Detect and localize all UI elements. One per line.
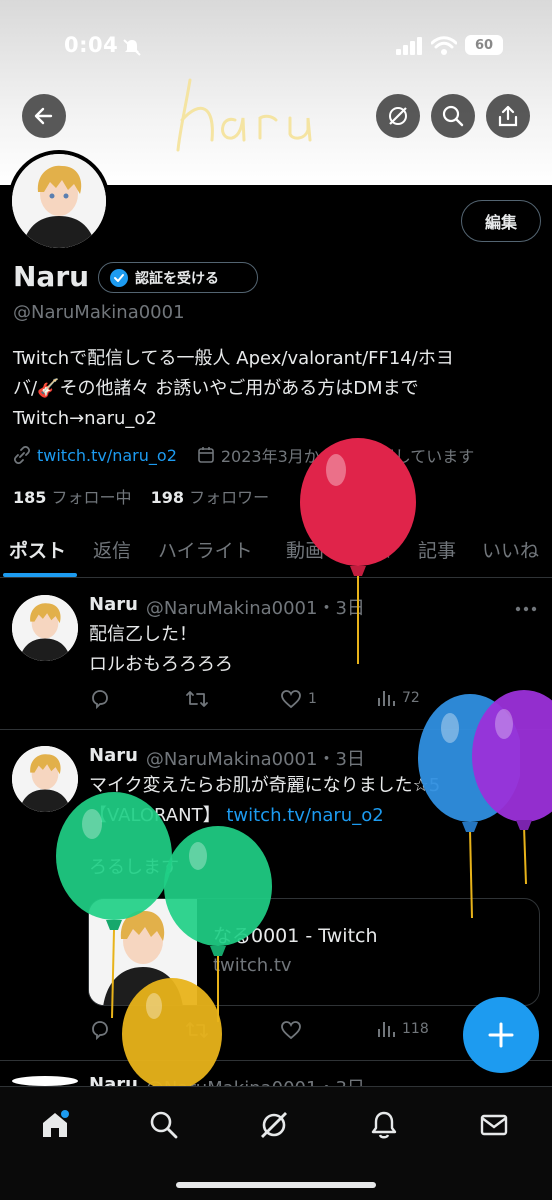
silent-bell-icon <box>123 39 141 56</box>
active-tab-indicator <box>3 573 77 577</box>
profile-avatar[interactable] <box>8 150 110 252</box>
search-icon <box>150 1111 178 1139</box>
wifi-icon <box>431 36 457 55</box>
avatar-illustration <box>12 154 106 248</box>
like-button[interactable]: 1 <box>280 688 317 710</box>
bio-line: Twitch→naru_o2 <box>13 408 157 429</box>
nav-home[interactable] <box>35 1105 75 1145</box>
follow-stats: 185 フォロー中 198 フォロワー <box>13 484 269 508</box>
post-text-line: ロルおもろろろろ <box>89 654 233 675</box>
nav-notifications[interactable] <box>364 1105 404 1145</box>
views-chart-icon <box>378 691 395 706</box>
arrow-left-icon <box>34 107 53 125</box>
post-avatar[interactable] <box>12 595 78 661</box>
get-verified-label: 認証を受ける <box>135 270 219 287</box>
back-button[interactable] <box>22 94 66 138</box>
like-button[interactable] <box>280 1019 302 1041</box>
nav-search[interactable] <box>144 1105 184 1145</box>
compose-post-button[interactable] <box>463 997 539 1073</box>
bio-line: バ/🎸その他諸々 お誘いやご用がある方はDMまで <box>13 378 419 399</box>
verified-badge-icon <box>110 268 128 287</box>
reply-button[interactable] <box>89 688 111 710</box>
link-icon <box>13 446 31 464</box>
post-link[interactable]: twitch.tv/naru_o2 <box>226 805 383 826</box>
post-more-button[interactable] <box>515 596 537 617</box>
balloon-purple <box>472 690 552 885</box>
tab-likes[interactable]: いいね <box>482 536 539 563</box>
grok-button[interactable] <box>376 94 420 138</box>
share-icon <box>498 105 518 127</box>
reply-icon <box>92 1021 108 1041</box>
nav-grok[interactable] <box>254 1105 294 1145</box>
views-button[interactable]: 118 <box>376 1019 429 1039</box>
grok-icon <box>261 1112 287 1138</box>
balloon-yellow <box>122 978 222 1090</box>
signal-icon <box>396 37 422 55</box>
profile-website-link[interactable]: twitch.tv/naru_o2 <box>37 446 177 465</box>
repost-button[interactable] <box>185 688 209 710</box>
profile-handle: @NaruMakina0001 <box>13 302 185 323</box>
tab-highlights[interactable]: ハイライト <box>158 536 253 563</box>
views-chart-icon <box>378 1022 395 1037</box>
post-author-name[interactable]: Naru <box>89 594 138 620</box>
bell-icon <box>371 1111 397 1139</box>
post-avatar[interactable] <box>12 1076 78 1086</box>
view-count: 118 <box>402 1021 429 1037</box>
profile-tabs: ポスト 返信 ハイライト 動画 画像 記事 いいね <box>0 530 552 578</box>
get-verified-button[interactable]: 認証を受ける <box>98 262 258 293</box>
calendar-icon <box>198 447 214 463</box>
post-text: 配信乙した！ ロルおもろろろろ <box>89 620 233 680</box>
followers-link[interactable]: 198 フォロワー <box>151 488 270 507</box>
status-time: 0:04 <box>64 33 119 57</box>
following-link[interactable]: 185 フォロー中 <box>13 488 132 507</box>
home-indicator <box>176 1182 376 1188</box>
reply-icon <box>92 690 108 710</box>
grok-icon <box>389 107 407 125</box>
tab-articles[interactable]: 記事 <box>418 536 456 563</box>
heart-icon <box>281 690 301 709</box>
share-button[interactable] <box>486 94 530 138</box>
repost-icon <box>186 691 208 707</box>
reply-button[interactable] <box>89 1019 111 1041</box>
profile-bio: Twitchで配信してる一般人 Apex/valorant/FF14/ホヨ バ/… <box>13 344 533 434</box>
post-author-name[interactable]: Naru <box>89 745 138 771</box>
post-author-meta: @NaruMakina0001・3日 <box>145 749 365 770</box>
edit-profile-button[interactable]: 編集 <box>461 200 541 242</box>
bio-line: Twitchで配信してる一般人 Apex/valorant/FF14/ホヨ <box>13 348 454 369</box>
battery-indicator: 60 <box>465 35 503 55</box>
banner-logo <box>176 78 312 152</box>
followers-label: フォロワー <box>189 488 270 507</box>
plus-icon <box>488 1022 514 1048</box>
following-count: 185 <box>13 488 47 507</box>
tab-posts[interactable]: ポスト <box>9 536 66 563</box>
profile-name: Naru <box>13 260 90 293</box>
following-label: フォロー中 <box>51 488 132 507</box>
tab-replies[interactable]: 返信 <box>93 536 131 563</box>
avatar-illustration <box>12 595 78 661</box>
post-divider <box>0 1060 552 1061</box>
post-text-line: 配信乙した！ <box>89 624 197 645</box>
followers-count: 198 <box>150 488 185 507</box>
more-dots-icon <box>515 606 537 612</box>
search-button[interactable] <box>431 94 475 138</box>
search-icon <box>442 105 464 127</box>
like-count: 1 <box>308 691 317 707</box>
home-icon <box>43 1110 69 1137</box>
post-header: Naru @NaruMakina0001・3日 <box>89 745 365 771</box>
mail-icon <box>480 1114 508 1136</box>
balloon-red <box>300 438 416 664</box>
nav-messages[interactable] <box>474 1105 514 1145</box>
heart-icon <box>281 1021 301 1040</box>
